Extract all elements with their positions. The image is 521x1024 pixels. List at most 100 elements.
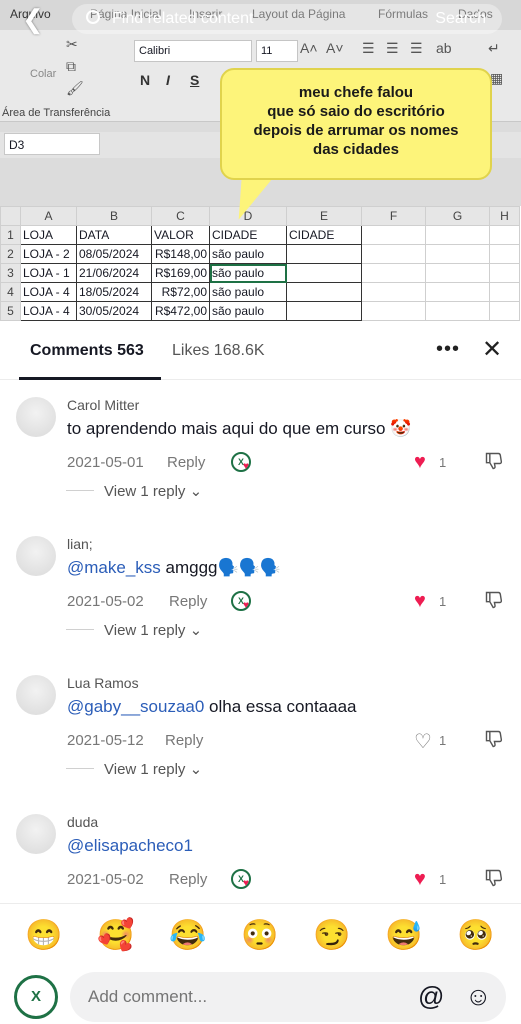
reply-button[interactable]: Reply	[165, 732, 203, 749]
comment-body: amggg🗣️🗣️🗣️	[160, 558, 282, 577]
reply-divider	[66, 629, 94, 630]
emoji-quick-bar: 😁 🥰 😂 😳 😏 😅 🥺	[0, 903, 521, 969]
empty-cell	[425, 244, 490, 264]
empty-cell	[286, 301, 362, 321]
view-replies-button[interactable]: View 1 reply ⌄	[104, 482, 202, 500]
mention-at-icon[interactable]: @	[418, 981, 444, 1012]
data-cell: 30/05/2024	[76, 301, 152, 321]
align-top-icon: ☰	[362, 40, 375, 56]
reply-button[interactable]: Reply	[169, 871, 207, 888]
my-avatar[interactable]: X	[14, 975, 58, 1019]
align-middle-icon: ☰	[386, 40, 399, 56]
callout-line: depois de arrumar os nomes	[253, 122, 459, 139]
comment-body: to aprendendo mais aqui do que em curso …	[67, 419, 412, 438]
more-options-icon[interactable]: •••	[436, 338, 460, 361]
comment-text: @make_kss amggg🗣️🗣️🗣️	[67, 558, 281, 578]
reply-button[interactable]: Reply	[169, 593, 207, 610]
emoji-pleading-button[interactable]: 🥺	[457, 918, 494, 953]
spreadsheet: A B C D E F G H 1 LOJA DATA VALOR CIDADE…	[0, 206, 521, 340]
comment-item: Lua Ramos @gaby__souzaa0 olha essa conta…	[0, 675, 521, 814]
comment-text: @elisapacheco1	[67, 836, 193, 856]
loja-cell: LOJA - 4	[20, 282, 77, 302]
panel-tabs: Comments 563 Likes 168.6K ••• ✕	[0, 322, 521, 380]
emoji-laugh-button[interactable]: 😂	[169, 918, 206, 953]
empty-cell	[489, 301, 520, 321]
font-name-box: Calibri	[134, 40, 252, 62]
emoji-hearts-button[interactable]: 🥰	[97, 918, 134, 953]
dislike-icon[interactable]	[484, 451, 504, 471]
dislike-icon[interactable]	[484, 729, 504, 749]
underline-button: S	[190, 72, 200, 88]
empty-cell	[489, 225, 520, 245]
close-icon[interactable]: ✕	[482, 335, 502, 364]
cidade-cell-selected: são paulo	[209, 263, 287, 283]
clipboard-group-label: Área de Transferência	[2, 107, 111, 119]
cidade-cell: são paulo	[209, 244, 287, 264]
comment-username[interactable]: Carol Mitter	[67, 397, 139, 413]
tab-active-underline	[19, 377, 161, 380]
comment-mention[interactable]: @make_kss	[67, 558, 161, 577]
like-heart-icon[interactable]: ♥	[414, 590, 426, 613]
callout-line: que só saio do escritório	[267, 103, 445, 120]
view-replies-label: View 1 reply	[104, 761, 186, 778]
row-number: 5	[0, 301, 21, 321]
video-player[interactable]: Arquivo Página Inicial Inserir Layout da…	[0, 0, 521, 340]
header-cell: CIDADE	[286, 225, 362, 245]
format-painter-icon: 🖌	[66, 80, 84, 96]
column-header: G	[425, 206, 490, 226]
like-heart-icon[interactable]: ♥	[414, 451, 426, 474]
avatar[interactable]	[16, 675, 56, 715]
comment-username[interactable]: Lua Ramos	[67, 675, 139, 691]
header-cell: CIDADE	[209, 225, 287, 245]
tab-comments[interactable]: Comments 563	[30, 342, 144, 360]
find-related-text: Find related content	[112, 10, 254, 27]
search-button[interactable]: Search	[435, 10, 486, 28]
empty-cell	[286, 263, 362, 283]
back-arrow-icon[interactable]: ❮	[22, 4, 44, 35]
dislike-icon[interactable]	[484, 590, 504, 610]
chevron-down-icon: ⌄	[189, 622, 203, 639]
emoji-picker-icon[interactable]: ☺	[465, 981, 492, 1012]
data-cell: 18/05/2024	[76, 282, 152, 302]
comment-username[interactable]: lian;	[67, 536, 93, 552]
header-cell: VALOR	[151, 225, 210, 245]
emoji-smirk-button[interactable]: 😏	[313, 918, 350, 953]
comment-mention[interactable]: @gaby__souzaa0	[67, 697, 204, 716]
column-header: B	[76, 206, 152, 226]
like-heart-outline-icon[interactable]: ♡	[414, 729, 432, 754]
reply-button[interactable]: Reply	[167, 454, 205, 471]
cidade-cell: são paulo	[209, 282, 287, 302]
avatar[interactable]	[16, 536, 56, 576]
speech-callout: meu chefe falou que só saio do escritóri…	[220, 68, 492, 180]
emoji-grin-button[interactable]: 😁	[25, 918, 62, 953]
comment-item: lian; @make_kss amggg🗣️🗣️🗣️ 2021-05-02 R…	[0, 536, 521, 675]
avatar[interactable]	[16, 814, 56, 854]
empty-cell	[489, 244, 520, 264]
emoji-flushed-button[interactable]: 😳	[241, 918, 278, 953]
dislike-icon[interactable]	[484, 868, 504, 888]
row-number: 4	[0, 282, 21, 302]
avatar[interactable]	[16, 397, 56, 437]
view-replies-button[interactable]: View 1 reply ⌄	[104, 621, 202, 639]
comment-username[interactable]: duda	[67, 814, 98, 830]
callout-line: das cidades	[313, 141, 399, 158]
copy-icon: ⧉	[66, 58, 76, 74]
name-box: D3	[4, 133, 100, 155]
search-icon	[86, 10, 100, 24]
wrap-icon: ↵	[488, 40, 500, 56]
find-related-search[interactable]: Find related content Search	[72, 4, 502, 34]
like-heart-icon[interactable]: ♥	[414, 868, 426, 891]
emoji-sweat-smile-button[interactable]: 😅	[385, 918, 422, 953]
empty-cell	[361, 301, 426, 321]
comment-text: to aprendendo mais aqui do que em curso …	[67, 419, 411, 439]
empty-cell	[425, 301, 490, 321]
empty-cell	[425, 263, 490, 283]
comment-mention[interactable]: @elisapacheco1	[67, 836, 193, 855]
view-replies-button[interactable]: View 1 reply ⌄	[104, 760, 202, 778]
bold-button: N	[140, 72, 151, 88]
tab-likes[interactable]: Likes 168.6K	[172, 342, 265, 360]
comment-date: 2021-05-02	[67, 871, 144, 888]
empty-cell	[361, 263, 426, 283]
corner-cell	[0, 206, 21, 226]
view-replies-label: View 1 reply	[104, 622, 186, 639]
